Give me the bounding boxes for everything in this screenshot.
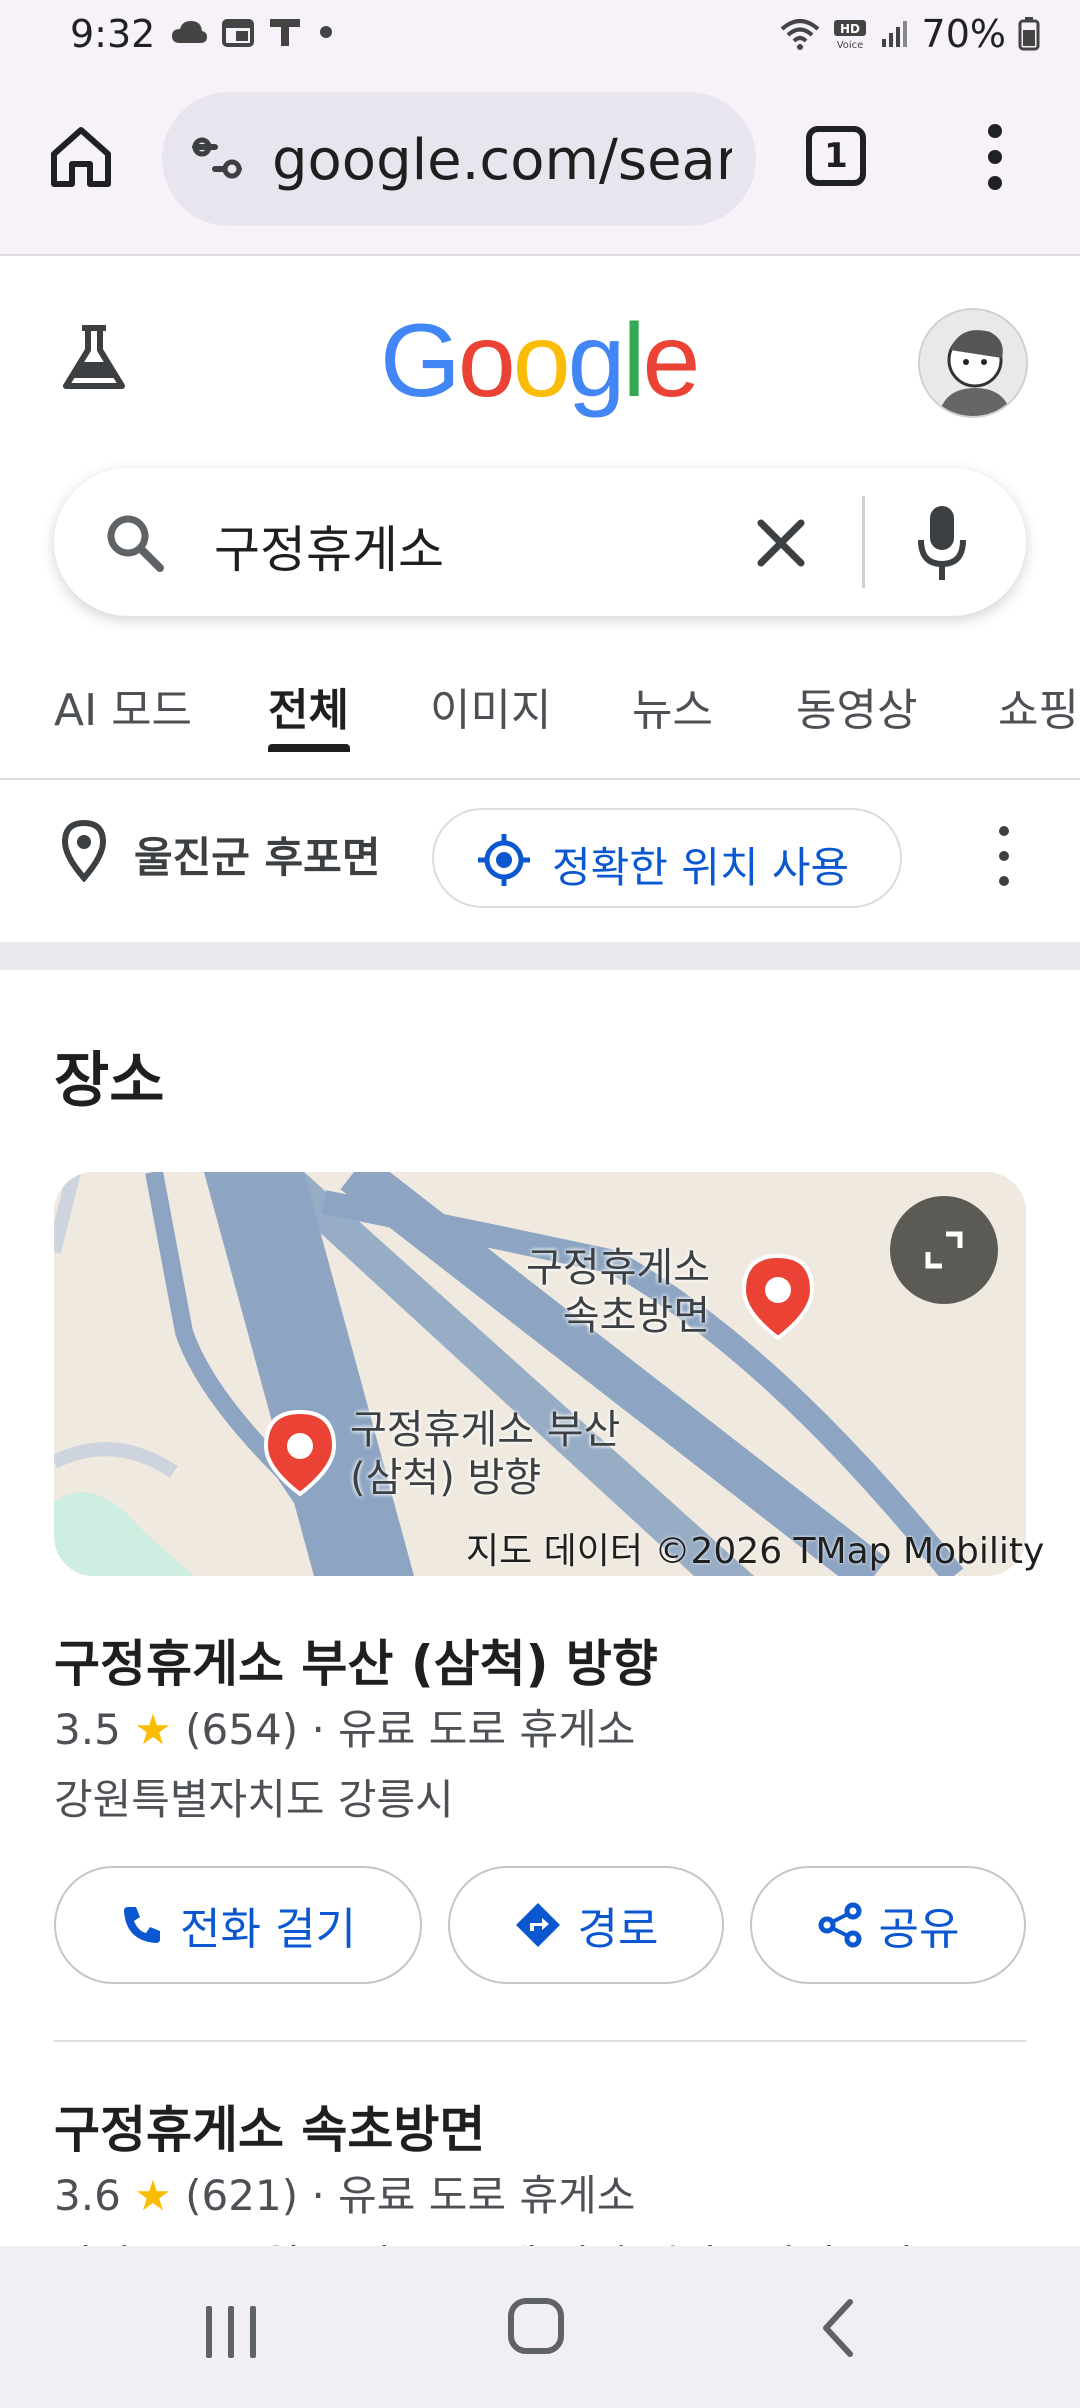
expand-icon bbox=[925, 1231, 963, 1269]
current-location[interactable]: 울진군 후포면 bbox=[134, 824, 380, 885]
star-icon: ★ bbox=[134, 1705, 172, 1754]
place-category: 유료 도로 휴게소 bbox=[338, 2171, 636, 2220]
battery-percent: 70% bbox=[921, 12, 1006, 56]
logo-letter: o bbox=[457, 303, 516, 419]
meta-separator: · bbox=[311, 1705, 339, 1754]
back-icon[interactable] bbox=[818, 2298, 858, 2358]
phone-icon bbox=[124, 1907, 161, 1943]
wifi-icon bbox=[780, 19, 819, 50]
google-logo[interactable]: Google bbox=[380, 302, 701, 421]
map-pin-north[interactable] bbox=[738, 1252, 818, 1342]
gps-target-icon bbox=[478, 834, 530, 886]
logo-letter: G bbox=[380, 303, 461, 419]
location-row: 울진군 후포면 정확한 위치 사용 bbox=[0, 782, 1080, 942]
map-preview[interactable] bbox=[54, 1172, 1026, 1576]
map-pin-south[interactable] bbox=[260, 1408, 340, 1498]
map-label-north: 구정휴게소 속초방면 bbox=[526, 1245, 710, 1339]
home-nav-button[interactable] bbox=[508, 2298, 564, 2354]
status-bar: 9:32 HD Voice 70% bbox=[0, 0, 1080, 76]
map-attribution: 지도 데이터 ©2026 TMap Mobility bbox=[466, 1531, 1045, 1572]
logo-letter: g bbox=[567, 303, 626, 419]
status-time: 9:32 bbox=[70, 12, 156, 56]
result-divider bbox=[54, 2040, 1026, 2042]
battery-icon bbox=[1018, 17, 1040, 51]
svg-text:Voice: Voice bbox=[836, 40, 863, 50]
dot-icon bbox=[320, 26, 332, 38]
tab-all[interactable]: 전체 bbox=[268, 674, 349, 738]
directions-icon bbox=[515, 1903, 560, 1947]
avatar-image-icon bbox=[920, 310, 1026, 416]
location-pin-icon bbox=[62, 820, 106, 882]
review-count[interactable]: (654) bbox=[185, 1705, 298, 1754]
place-category: 유료 도로 휴게소 bbox=[338, 1705, 636, 1754]
svg-text:HD: HD bbox=[840, 22, 860, 36]
search-box[interactable]: 구정휴게소 bbox=[54, 468, 1026, 616]
share-button[interactable]: 공유 bbox=[750, 1866, 1026, 1984]
places-heading: 장소 bbox=[54, 1046, 165, 1116]
call-button[interactable]: 전화 걸기 bbox=[54, 1866, 422, 1984]
avatar[interactable] bbox=[918, 308, 1028, 418]
tab-videos[interactable]: 동영상 bbox=[796, 674, 917, 738]
address-bar[interactable]: google.com/search bbox=[162, 92, 756, 226]
star-icon: ★ bbox=[134, 2171, 172, 2220]
cloud-icon bbox=[172, 21, 207, 43]
directions-button[interactable]: 경로 bbox=[448, 1866, 724, 1984]
meta-separator: · bbox=[311, 2171, 339, 2220]
active-tab-indicator bbox=[268, 744, 350, 752]
result-title-sokcho[interactable]: 구정휴게소 속초방면 bbox=[54, 2090, 485, 2162]
rating-value: 3.5 bbox=[54, 1705, 121, 1754]
map-expand-button[interactable] bbox=[890, 1196, 998, 1304]
hd-voice-icon: HD Voice bbox=[833, 20, 866, 50]
microphone-icon[interactable] bbox=[916, 504, 968, 582]
location-more-button[interactable] bbox=[994, 826, 1014, 886]
share-icon bbox=[818, 1902, 862, 1948]
logo-letter: e bbox=[642, 303, 701, 419]
share-label: 공유 bbox=[878, 1904, 960, 1955]
section-divider-band bbox=[0, 942, 1080, 970]
recent-apps-button[interactable] bbox=[206, 2306, 256, 2358]
clear-icon[interactable] bbox=[756, 518, 806, 568]
search-icon bbox=[107, 515, 164, 572]
map-roads-icon bbox=[54, 1172, 1026, 1576]
logo-letter: o bbox=[512, 303, 571, 419]
result-hours-partial: 영업 종료 · 월 오전 9:00에 영업 시작 · 강원특별 bbox=[54, 2232, 913, 2246]
tab-images[interactable]: 이미지 bbox=[430, 674, 551, 738]
labs-flask-icon[interactable] bbox=[58, 322, 130, 394]
search-tabs: AI 모드 전체 이미지 뉴스 동영상 쇼핑 bbox=[0, 664, 1080, 780]
call-label: 전화 걸기 bbox=[180, 1904, 356, 1955]
tab-shopping[interactable]: 쇼핑 bbox=[998, 674, 1079, 738]
tab-switcher-button[interactable]: 1 bbox=[806, 126, 866, 186]
home-icon[interactable] bbox=[48, 124, 114, 190]
logo-letter: l bbox=[622, 303, 645, 419]
result-address: 강원특별자치도 강릉시 bbox=[54, 1775, 454, 1824]
system-navigation-bar bbox=[0, 2246, 1080, 2408]
search-input[interactable]: 구정휴게소 bbox=[214, 510, 444, 582]
status-left-icons bbox=[170, 16, 336, 48]
result-meta-sokcho: 3.6 ★ (621) · 유료 도로 휴게소 bbox=[54, 2162, 635, 2223]
search-divider bbox=[862, 496, 865, 588]
result-title-busan[interactable]: 구정휴게소 부산 (삼척) 방향 bbox=[54, 1624, 658, 1696]
result-meta-busan: 3.5 ★ (654) · 유료 도로 휴게소 bbox=[54, 1696, 635, 1757]
precise-location-button[interactable]: 정확한 위치 사용 bbox=[432, 808, 902, 908]
map-label-south: 구정휴게소 부산 (삼척) 방향 bbox=[350, 1407, 621, 1501]
tab-news[interactable]: 뉴스 bbox=[632, 674, 713, 738]
calendar-icon bbox=[222, 19, 254, 47]
browser-toolbar: google.com/search 1 bbox=[0, 76, 1080, 256]
status-right-icons: HD Voice 70% bbox=[780, 12, 1040, 56]
rating-value: 3.6 bbox=[54, 2171, 121, 2220]
signal-icon bbox=[881, 21, 907, 47]
directions-label: 경로 bbox=[577, 1904, 659, 1955]
t-app-icon bbox=[270, 19, 300, 46]
browser-menu-button[interactable] bbox=[980, 124, 1010, 190]
url-text: google.com/search bbox=[272, 128, 732, 193]
review-count[interactable]: (621) bbox=[185, 2171, 298, 2220]
site-settings-icon[interactable] bbox=[190, 136, 246, 182]
precise-location-label: 정확한 위치 사용 bbox=[552, 843, 850, 892]
tab-ai-mode[interactable]: AI 모드 bbox=[54, 674, 192, 738]
